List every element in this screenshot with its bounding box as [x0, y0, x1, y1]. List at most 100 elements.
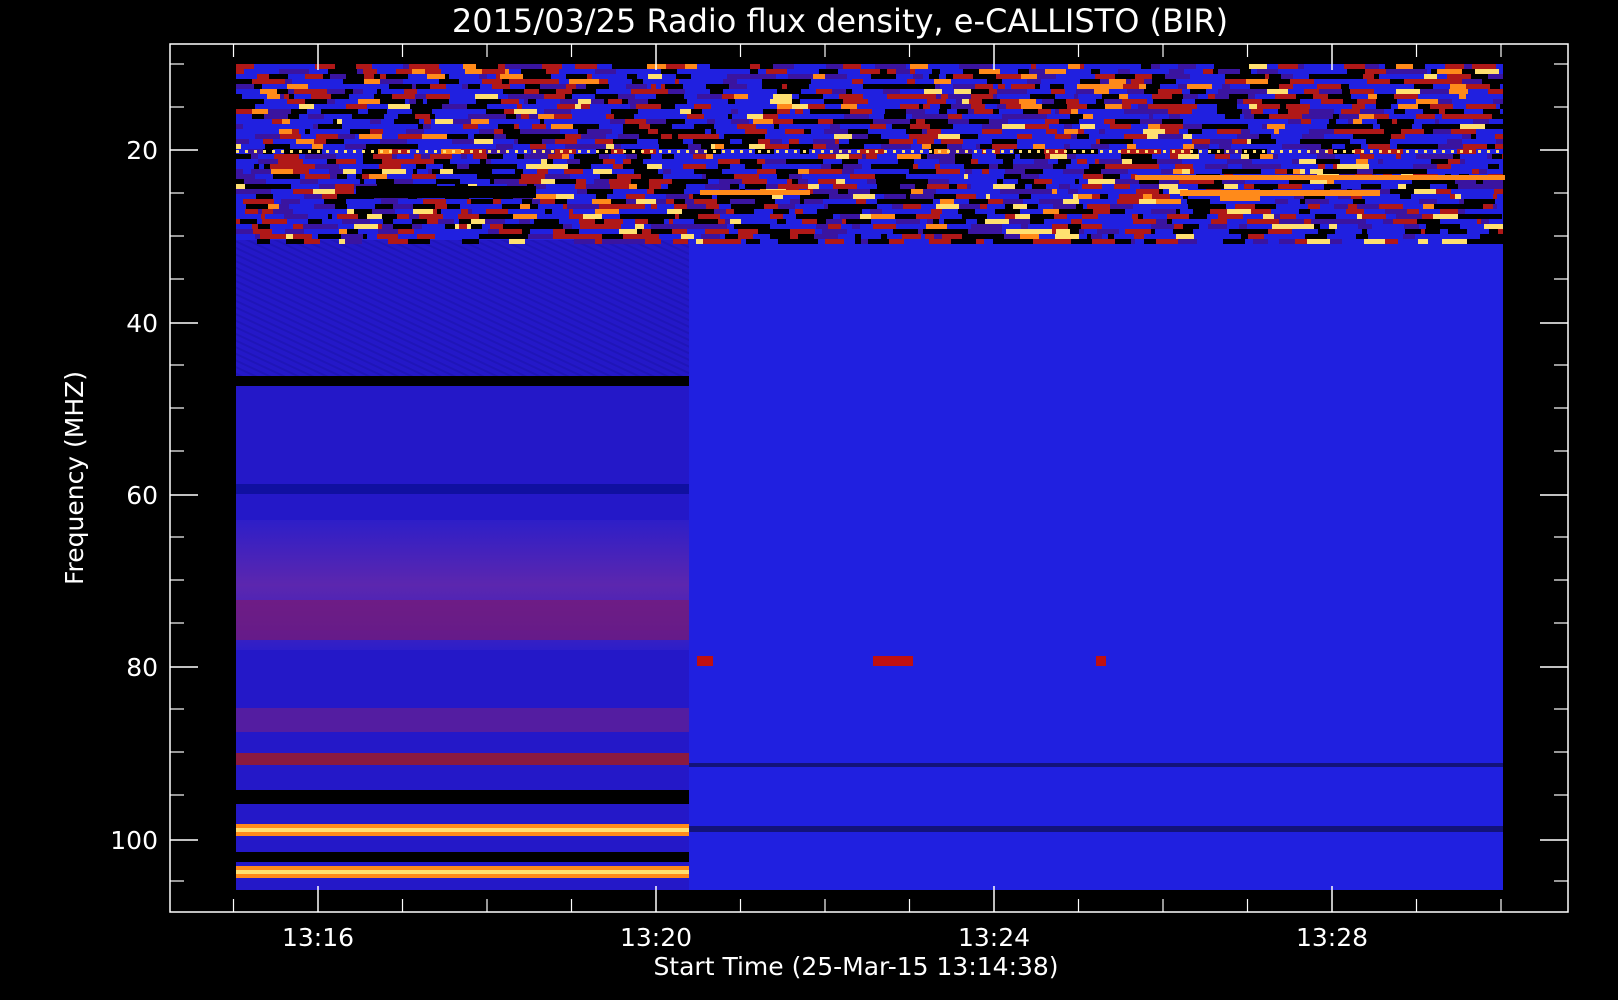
burst-cell: [649, 179, 672, 184]
burst-cell: [1104, 99, 1122, 104]
burst-cell: [245, 209, 258, 214]
burst-cell: [252, 224, 258, 229]
burst-cell: [919, 169, 936, 174]
burst-cell: [1246, 79, 1257, 84]
burst-cell: [604, 174, 617, 179]
burst-cell: [1122, 99, 1147, 104]
burst-cell: [541, 159, 547, 164]
burst-cell: [1424, 129, 1433, 134]
burst-cell: [1373, 169, 1387, 174]
burst-cell: [631, 179, 640, 184]
burst-cell: [479, 74, 487, 79]
burst-cell: [330, 74, 346, 79]
burst-cell: [1318, 164, 1325, 169]
burst-cell: [1063, 169, 1084, 174]
burst-cell: [335, 64, 356, 69]
burst-cell: [1027, 79, 1041, 84]
burst-cell: [830, 124, 840, 129]
burst-cell: [569, 214, 583, 219]
burst-cell: [1144, 79, 1152, 84]
burst-cell: [903, 204, 921, 209]
burst-dot: [1406, 150, 1409, 153]
burst-cell: [494, 179, 519, 184]
burst-cell: [1018, 69, 1029, 74]
burst-dot: [1469, 150, 1472, 153]
burst-cell: [786, 159, 810, 164]
burst-cell: [1232, 139, 1247, 144]
burst-cell: [731, 119, 743, 124]
burst-cell: [595, 239, 602, 244]
burst-cell: [1348, 204, 1357, 209]
burst-cell: [656, 199, 666, 204]
burst-cell: [1353, 119, 1362, 124]
burst-cell: [648, 129, 658, 134]
burst-cell: [694, 169, 706, 174]
burst-cell: [322, 194, 337, 199]
burst-cell: [666, 119, 685, 124]
burst-cell: [319, 184, 331, 189]
burst-cell: [260, 234, 282, 239]
burst-cell: [394, 119, 419, 124]
burst-cell: [243, 199, 265, 204]
burst-cell: [925, 234, 934, 239]
burst-cell: [731, 204, 748, 209]
burst-cell: [452, 139, 474, 144]
burst-cell: [459, 219, 471, 224]
burst-cell: [1025, 124, 1049, 129]
burst-cell: [770, 184, 778, 189]
burst-cell: [617, 174, 641, 179]
burst-cell: [1268, 219, 1279, 224]
burst-cell: [1143, 129, 1165, 134]
burst-cell: [1055, 234, 1079, 239]
burst-cell: [462, 84, 468, 89]
burst-cell: [848, 189, 870, 194]
burst-cell: [1353, 199, 1365, 204]
burst-cell: [555, 139, 577, 144]
burst-cell: [378, 229, 398, 234]
burst-cell: [711, 144, 715, 149]
burst-cell: [932, 69, 940, 74]
burst-dot: [1064, 150, 1067, 153]
burst-cell: [1215, 154, 1230, 159]
burst-cell: [680, 129, 705, 134]
burst-cell: [1169, 189, 1173, 194]
burst-cell: [724, 144, 749, 149]
burst-cell: [1304, 89, 1313, 94]
burst-cell: [637, 154, 651, 159]
burst-cell: [335, 184, 354, 189]
burst-cell: [1070, 229, 1079, 234]
burst-cell: [699, 219, 718, 224]
burst-cell: [803, 119, 818, 124]
burst-cell: [1502, 154, 1503, 159]
burst-cell: [494, 129, 503, 134]
burst-cell: [821, 164, 831, 169]
burst-dot: [1415, 150, 1418, 153]
burst-cell: [305, 74, 323, 79]
burst-dot: [407, 150, 410, 153]
burst-cell: [425, 69, 441, 74]
burst-cell: [1217, 129, 1241, 134]
burst-cell: [738, 234, 753, 239]
burst-cell: [1447, 74, 1471, 79]
dash-mark: [697, 656, 713, 666]
burst-cell: [949, 184, 957, 189]
burst-cell: [528, 174, 545, 179]
burst-cell: [833, 184, 857, 189]
burst-cell: [1110, 124, 1131, 129]
burst-cell: [486, 209, 508, 214]
burst-cell: [651, 224, 673, 229]
burst-cell: [578, 99, 591, 104]
burst-cell: [359, 134, 382, 139]
burst-cell: [1060, 229, 1070, 234]
burst-cell: [1493, 204, 1497, 209]
burst-cell: [1052, 189, 1057, 194]
burst-cell: [892, 124, 910, 129]
burst-cell: [469, 164, 494, 169]
burst-cell: [1439, 109, 1445, 114]
burst-cell: [1064, 124, 1072, 129]
burst-cell: [654, 89, 668, 94]
burst-cell: [240, 219, 257, 224]
burst-cell: [430, 84, 446, 89]
burst-cell: [1343, 99, 1357, 104]
burst-cell: [267, 94, 280, 99]
